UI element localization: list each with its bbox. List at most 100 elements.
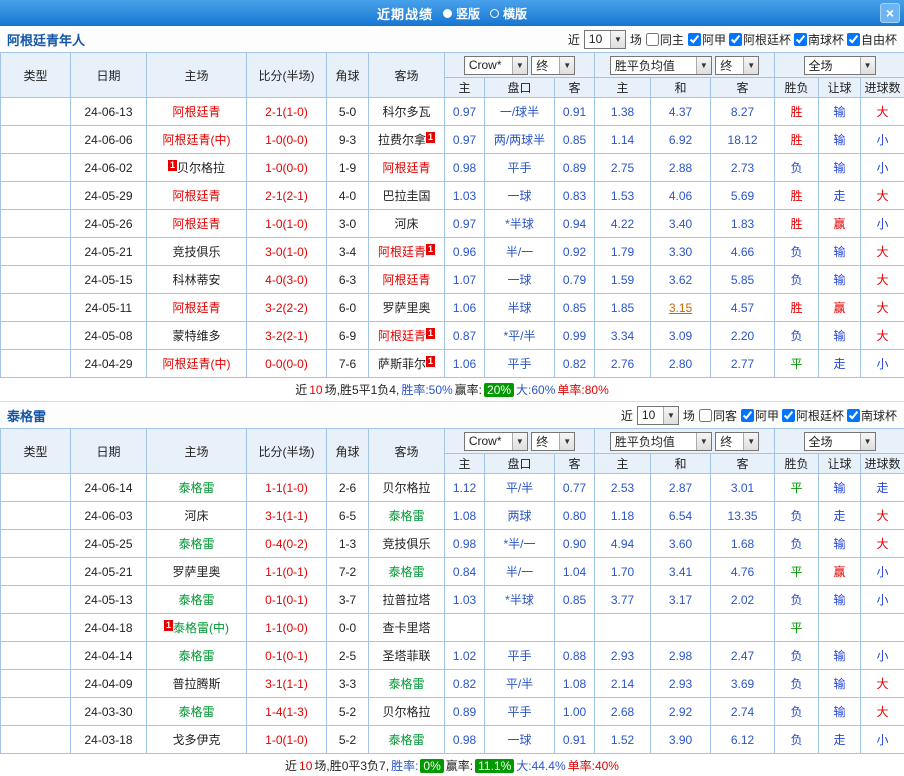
league-filter-checkbox[interactable]: 南球杯 (794, 31, 844, 48)
same-venue-checkbox-input[interactable] (699, 409, 712, 422)
summary-token: 近 (285, 757, 297, 774)
same-venue-checkbox[interactable]: 同主 (646, 31, 684, 48)
radio-horizontal-label: 横版 (503, 5, 527, 22)
match-type-badge: 阿甲 (1, 530, 71, 558)
result-goals: 小 (861, 154, 904, 182)
team-name: 查卡里塔 (382, 621, 430, 635)
result-outcome: 胜 (775, 126, 819, 154)
scope-select[interactable]: 全场▼ (804, 56, 876, 75)
table-row: 阿甲24-06-021贝尔格拉1-0(0-0)1-9阿根廷青0.98平手0.89… (1, 154, 904, 182)
league-checkbox-input[interactable] (688, 33, 701, 46)
match-count-select[interactable]: 10 ▼ (584, 30, 626, 49)
team-name: 河床 (394, 217, 418, 231)
team-name: 戈多伊克 (172, 733, 220, 747)
team-name: 泰格雷 (388, 509, 424, 523)
card-count-badge: 1 (426, 132, 435, 143)
match-type-badge: 阿甲 (1, 238, 71, 266)
col-header-away: 客场 (369, 53, 445, 98)
avg-away-odds: 2.20 (711, 322, 775, 350)
team-name: 阿根廷青(中) (163, 357, 231, 371)
card-count-badge: 1 (164, 620, 173, 631)
league-filter-checkbox[interactable]: 阿根廷杯 (729, 31, 791, 48)
filter-bar: 近 10 ▼ 场 同客 阿甲阿根廷杯南球杯 (621, 406, 897, 425)
avg-home-odds: 2.93 (595, 642, 651, 670)
league-filter-checkbox[interactable]: 南球杯 (847, 407, 897, 424)
avg-away-odds: 13.35 (711, 502, 775, 530)
avg-odds-value: 胜平负均值 (615, 57, 696, 74)
league-filter-checkbox[interactable]: 阿甲 (741, 407, 779, 424)
corner-score: 9-3 (327, 126, 369, 154)
league-checkbox-input[interactable] (847, 409, 860, 422)
team-name: 巴拉圭国 (382, 189, 430, 203)
odds-home: 1.06 (445, 350, 485, 378)
team-name: 阿根廷青 (378, 329, 426, 343)
odds-company-select[interactable]: Crow*▼ (464, 56, 528, 75)
match-count-select[interactable]: 10 ▼ (637, 406, 679, 425)
scope-select[interactable]: 全场▼ (804, 432, 876, 451)
home-team-cell: 泰格雷 (147, 474, 247, 502)
avg-draw-odds: 3.62 (651, 266, 711, 294)
avg-home-odds: 1.53 (595, 182, 651, 210)
result-outcome: 负 (775, 698, 819, 726)
away-team-cell: 泰格雷 (369, 558, 445, 586)
match-type-badge: 阿甲 (1, 210, 71, 238)
results-table: 类型 日期 主场 比分(半场) 角球 客场 Crow*▼ 终▼ 胜平负均值▼ 终… (0, 428, 904, 754)
league-filter-checkbox[interactable]: 阿根廷杯 (782, 407, 844, 424)
odds-company-select[interactable]: Crow*▼ (464, 432, 528, 451)
away-team-cell: 拉费尔拿1 (369, 126, 445, 154)
odds-away: 0.89 (555, 154, 595, 182)
result-handicap: 走 (819, 182, 861, 210)
league-filter-checkbox[interactable]: 阿甲 (688, 31, 726, 48)
table-row: 阿甲24-05-11阿根廷青3-2(2-2)6-0罗萨里奥1.06半球0.851… (1, 294, 904, 322)
league-checkbox-input[interactable] (729, 33, 742, 46)
avg-draw-odds: 2.87 (651, 474, 711, 502)
team-name: 拉费尔拿 (378, 133, 426, 147)
league-filter-checkbox[interactable]: 自由杯 (847, 31, 897, 48)
team-name: 罗萨里奥 (172, 565, 220, 579)
result-handicap (819, 614, 861, 642)
match-score: 3-0(1-0) (247, 238, 327, 266)
avg-draw-odds: 3.90 (651, 726, 711, 754)
avg-group-header: 胜平负均值▼ 终▼ (595, 53, 775, 78)
odds-company-value: Crow* (469, 434, 512, 448)
league-checkbox-input[interactable] (847, 33, 860, 46)
odds-final-select[interactable]: 终▼ (531, 56, 575, 75)
avg-away-odds (711, 614, 775, 642)
corner-score: 5-2 (327, 726, 369, 754)
odds-handicap (485, 614, 555, 642)
team-name: 科林蒂安 (172, 273, 220, 287)
odds-final-select[interactable]: 终▼ (531, 432, 575, 451)
summary-token: 单率:80% (557, 381, 608, 398)
team-name: 科尔多瓦 (382, 105, 430, 119)
match-score: 1-0(1-0) (247, 210, 327, 238)
avg-draw-odds[interactable]: 3.15 (651, 294, 711, 322)
corner-score: 6-0 (327, 294, 369, 322)
away-team-cell: 圣塔菲联 (369, 642, 445, 670)
odds-group-header: Crow*▼ 终▼ (445, 429, 595, 454)
avg-odds-select[interactable]: 胜平负均值▼ (610, 432, 712, 451)
table-row: 阿甲24-05-21罗萨里奥1-1(0-1)7-2泰格雷0.84半/一1.041… (1, 558, 904, 586)
team-name: 蒙特维多 (172, 329, 220, 343)
avg-final-select[interactable]: 终▼ (715, 432, 759, 451)
result-goals: 大 (861, 182, 904, 210)
col-header-date: 日期 (71, 53, 147, 98)
same-venue-checkbox[interactable]: 同客 (699, 407, 737, 424)
corner-score: 6-3 (327, 266, 369, 294)
corner-score: 3-0 (327, 210, 369, 238)
chevron-down-icon: ▼ (860, 433, 875, 450)
result-outcome: 负 (775, 586, 819, 614)
same-venue-checkbox-input[interactable] (646, 33, 659, 46)
league-checkbox-input[interactable] (782, 409, 795, 422)
avg-away-odds: 4.76 (711, 558, 775, 586)
sub-header-avg-home: 主 (595, 454, 651, 474)
league-checkbox-input[interactable] (741, 409, 754, 422)
result-goals: 小 (861, 586, 904, 614)
col-header-corner: 角球 (327, 53, 369, 98)
avg-final-select[interactable]: 终▼ (715, 56, 759, 75)
avg-odds-select[interactable]: 胜平负均值▼ (610, 56, 712, 75)
close-button[interactable]: × (880, 3, 900, 23)
layout-radio-horizontal[interactable]: 横版 (490, 5, 527, 22)
league-checkbox-input[interactable] (794, 33, 807, 46)
layout-radio-vertical[interactable]: 竖版 (443, 5, 480, 22)
result-goals: 小 (861, 350, 904, 378)
